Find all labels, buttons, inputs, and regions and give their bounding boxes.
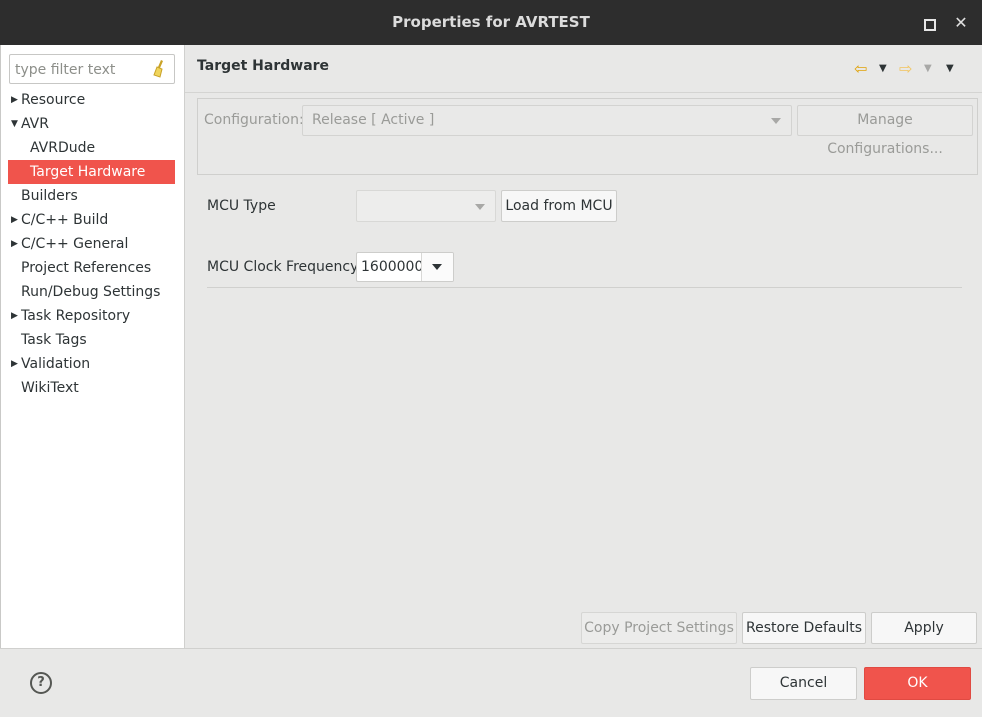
expand-arrow-icon[interactable]: ▶ xyxy=(11,232,19,256)
maximize-icon[interactable] xyxy=(920,15,936,31)
dialog-footer: ? Cancel OK xyxy=(0,648,982,717)
chevron-down-icon xyxy=(771,118,781,124)
navigation-toolbar: ⇦ ▼ ⇨ ▼ ▼ xyxy=(854,59,964,79)
field-divider xyxy=(207,287,962,288)
tree-item-label: C/C++ General xyxy=(21,236,129,252)
filter-field[interactable] xyxy=(9,54,175,84)
configuration-select[interactable]: Release [ Active ] xyxy=(302,105,792,136)
tree-item-label: C/C++ Build xyxy=(21,212,109,228)
tree-item-label: Project References xyxy=(21,260,152,276)
help-icon[interactable]: ? xyxy=(30,672,52,694)
tree-item-wikitext[interactable]: WikiText xyxy=(8,376,175,400)
forward-arrow-icon[interactable]: ⇨ xyxy=(899,59,912,79)
copy-project-settings-button[interactable]: Copy Project Settings xyxy=(581,612,737,644)
configuration-group: Configuration: Release [ Active ] Manage… xyxy=(197,98,978,175)
mcu-clock-combo[interactable]: 16000000 xyxy=(356,252,454,282)
cancel-button[interactable]: Cancel xyxy=(750,667,857,700)
close-icon[interactable]: ✕ xyxy=(953,15,969,31)
collapse-arrow-icon[interactable]: ▼ xyxy=(11,112,19,136)
title-bar: Properties for AVRTEST ✕ xyxy=(0,0,982,45)
tree-item-avr[interactable]: ▼ AVR xyxy=(8,112,175,136)
expand-arrow-icon[interactable]: ▶ xyxy=(11,88,19,112)
chevron-down-icon xyxy=(475,204,485,210)
tree-item-resource[interactable]: ▶ Resource xyxy=(8,88,175,112)
tree-item-label: AVRDude xyxy=(30,140,96,156)
view-menu-icon[interactable]: ▼ xyxy=(946,59,954,79)
tree-item-label: Run/Debug Settings xyxy=(21,284,161,300)
window-title: Properties for AVRTEST xyxy=(392,13,590,31)
apply-button[interactable]: Apply xyxy=(871,612,977,644)
tree-item-cpp-build[interactable]: ▶ C/C++ Build xyxy=(8,208,175,232)
configuration-label: Configuration: xyxy=(204,112,304,128)
tree-item-avrdude[interactable]: AVRDude xyxy=(8,136,175,160)
expand-arrow-icon[interactable]: ▶ xyxy=(11,208,19,232)
tree-item-builders[interactable]: Builders xyxy=(8,184,175,208)
tree-item-task-repository[interactable]: ▶ Task Repository xyxy=(8,304,175,328)
tree-item-label: WikiText xyxy=(21,380,79,396)
tree-item-project-references[interactable]: Project References xyxy=(8,256,175,280)
configuration-value: Release [ Active ] xyxy=(312,112,435,128)
expand-arrow-icon[interactable]: ▶ xyxy=(11,304,19,328)
ok-button[interactable]: OK xyxy=(864,667,971,700)
tree-item-label: Builders xyxy=(21,188,78,204)
mcu-type-select[interactable] xyxy=(356,190,496,222)
expand-arrow-icon[interactable]: ▶ xyxy=(11,352,19,376)
page-title: Target Hardware xyxy=(197,58,330,74)
filter-input[interactable] xyxy=(15,60,145,80)
manage-configurations-button[interactable]: Manage Configurations... xyxy=(797,105,973,157)
tree-item-task-tags[interactable]: Task Tags xyxy=(8,328,175,352)
tree-item-label: Task Tags xyxy=(21,332,87,348)
load-from-mcu-button[interactable]: Load from MCU xyxy=(501,190,617,222)
mcu-clock-label: MCU Clock Frequency xyxy=(207,259,359,275)
restore-defaults-button[interactable]: Restore Defaults xyxy=(742,612,866,644)
tree-item-label: Resource xyxy=(21,92,86,108)
property-page: Target Hardware ⇦ ▼ ⇨ ▼ ▼ Configuration:… xyxy=(185,45,982,648)
header-divider xyxy=(185,92,982,93)
tree-item-label: Target Hardware xyxy=(30,164,146,180)
forward-history-dropdown-icon[interactable]: ▼ xyxy=(924,59,932,79)
tree-item-validation[interactable]: ▶ Validation xyxy=(8,352,175,376)
tree-item-cpp-general[interactable]: ▶ C/C++ General xyxy=(8,232,175,256)
tree-item-label: AVR xyxy=(21,116,49,132)
tree-item-run-debug-settings[interactable]: Run/Debug Settings xyxy=(8,280,175,304)
tree-item-label: Task Repository xyxy=(21,308,131,324)
mcu-type-label: MCU Type xyxy=(207,198,276,214)
tree-item-label: Validation xyxy=(21,356,91,372)
chevron-down-icon[interactable] xyxy=(421,253,453,281)
sidebar: ▶ Resource ▼ AVR AVRDude Target Hardware… xyxy=(0,45,185,648)
mcu-clock-value[interactable]: 16000000 xyxy=(361,259,421,275)
back-history-dropdown-icon[interactable]: ▼ xyxy=(879,59,887,79)
tree-item-target-hardware[interactable]: Target Hardware xyxy=(8,160,175,184)
back-arrow-icon[interactable]: ⇦ xyxy=(854,59,867,79)
clear-filter-icon[interactable] xyxy=(152,59,166,79)
